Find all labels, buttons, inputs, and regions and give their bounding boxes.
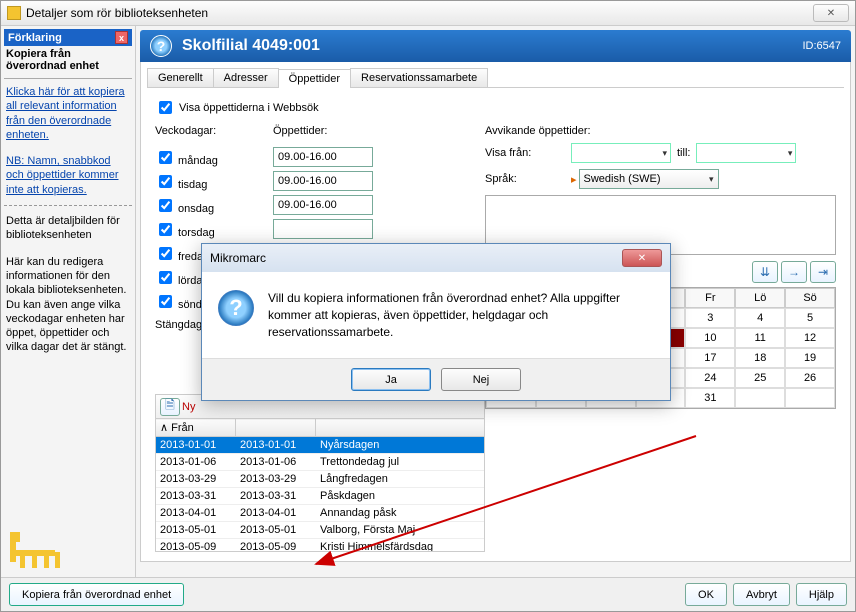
closed-days-table: ∧ Från (155, 418, 485, 437)
calendar-cell[interactable]: 26 (785, 368, 835, 388)
calendar-cell[interactable]: 12 (785, 328, 835, 348)
calendar-cell[interactable]: 10 (685, 328, 735, 348)
logo (4, 520, 132, 583)
header: ? Skolfilial 4049:001 ID:6547 (140, 30, 851, 62)
table-row[interactable]: 2013-03-312013-03-31Påskdagen (156, 488, 484, 505)
show-websok-check[interactable] (159, 101, 172, 114)
copy-from-parent-button[interactable]: Kopiera från överordnad enhet (9, 583, 184, 606)
day-time-input-3[interactable] (273, 219, 373, 239)
day-time-input-2[interactable]: 09.00-16.00 (273, 195, 373, 215)
date-from-input[interactable]: ▾ (571, 143, 671, 163)
tab-generellt[interactable]: Generellt (147, 68, 214, 87)
footer: Kopiera från överordnad enhet OK Avbryt … (1, 577, 855, 611)
sidebar-link-title: Kopiera från överordnad enhet (4, 46, 132, 79)
closed-days-table-wrap: 🗎 Ny ∧ Från (155, 394, 485, 544)
cal-down-button[interactable]: ⇊ (752, 261, 778, 283)
tab-strip: Generellt Adresser Öppettider Reservatio… (147, 68, 844, 88)
label-weekdays: Veckodagar: (155, 125, 265, 137)
calendar-cell[interactable]: 19 (785, 348, 835, 368)
calendar-cell[interactable] (785, 388, 835, 408)
calendar-cell[interactable]: 18 (735, 348, 785, 368)
calendar-cell[interactable]: 5 (785, 308, 835, 328)
header-id: ID:6547 (802, 40, 841, 52)
window-title: Detaljer som rör biblioteksenheten (26, 6, 813, 20)
sidebar-para-2: NB: Namn, snabbkod och öppettider kommer… (4, 148, 132, 203)
sidebar: Förklaring x Kopiera från överordnad enh… (1, 26, 136, 586)
calendar-cell[interactable]: 31 (685, 388, 735, 408)
label-times: Öppettider: (273, 125, 327, 137)
dialog-text: Vill du kopiera informationen från övero… (268, 290, 654, 340)
dialog-close-button[interactable]: ✕ (622, 249, 662, 267)
language-label: Språk: (485, 173, 565, 185)
dialog-yes-button[interactable]: Ja (351, 368, 431, 391)
header-title: Skolfilial 4049:001 (182, 37, 802, 55)
titlebar: Detaljer som rör biblioteksenheten ✕ (1, 1, 855, 26)
sidebar-heading: Förklaring (8, 32, 62, 44)
deviating-heading: Avvikande öppettider: (485, 125, 836, 137)
date-to-input[interactable]: ▾ (696, 143, 796, 163)
till-label: till: (677, 147, 690, 159)
new-doc-icon[interactable]: 🗎 (160, 398, 180, 416)
calendar-cell[interactable]: 24 (685, 368, 735, 388)
show-websok-checkbox[interactable]: Visa öppettiderna i Webbsök (155, 98, 836, 117)
table-row[interactable]: 2013-05-092013-05-09Kristi Himmelsfärdsd… (156, 539, 484, 553)
day-check-1[interactable]: tisdag (155, 179, 207, 191)
cal-end-button[interactable]: ⇥ (810, 261, 836, 283)
day-check-3[interactable]: torsdag (155, 227, 215, 239)
required-marker: ▸ (571, 173, 577, 186)
sidebar-para-3b: Här kan du redigera informationen för de… (4, 249, 132, 361)
table-row[interactable]: 2013-03-292013-03-29Långfredagen (156, 471, 484, 488)
confirm-dialog: Mikromarc ✕ ? Vill du kopiera informatio… (201, 243, 671, 401)
table-row[interactable]: 2013-05-012013-05-01Valborg, Första Maj (156, 522, 484, 539)
new-button-label[interactable]: Ny (182, 401, 195, 413)
sidebar-close-icon[interactable]: x (115, 31, 128, 44)
window-close-button[interactable]: ✕ (813, 4, 849, 22)
app-window: Detaljer som rör biblioteksenheten ✕ För… (0, 0, 856, 612)
dialog-title: Mikromarc (210, 251, 622, 265)
day-time-input-1[interactable]: 09.00-16.00 (273, 171, 373, 191)
sidebar-header: Förklaring x (4, 29, 132, 46)
dialog-no-button[interactable]: Nej (441, 368, 521, 391)
day-check-2[interactable]: onsdag (155, 203, 214, 215)
calendar-cell[interactable]: 17 (685, 348, 735, 368)
calendar-cell[interactable]: 25 (735, 368, 785, 388)
calendar-cell[interactable]: 4 (735, 308, 785, 328)
sidebar-para-1: Klicka här för att kopiera all relevant … (4, 79, 132, 148)
tab-adresser[interactable]: Adresser (213, 68, 279, 87)
day-time-input-0[interactable]: 09.00-16.00 (273, 147, 373, 167)
header-question-icon[interactable]: ? (150, 35, 172, 57)
language-select[interactable]: Swedish (SWE) ▾ (579, 169, 719, 189)
calendar-cell[interactable]: 11 (735, 328, 785, 348)
tab-oppettider[interactable]: Öppettider (278, 69, 351, 88)
sidebar-para-3a: Detta är detaljbilden för biblioteksenhe… (4, 208, 132, 249)
app-icon (7, 6, 21, 20)
show-from-label: Visa från: (485, 147, 565, 159)
dialog-titlebar[interactable]: Mikromarc ✕ (202, 244, 670, 272)
day-check-0[interactable]: måndag (155, 155, 218, 167)
col-from[interactable]: ∧ Från (156, 419, 236, 437)
question-icon: ? (218, 290, 254, 326)
calendar-cell[interactable] (735, 388, 785, 408)
tab-reservation[interactable]: Reservationssamarbete (350, 68, 488, 87)
cal-right-button[interactable]: → (781, 261, 807, 283)
table-row[interactable]: 2013-04-012013-04-01Annandag påsk (156, 505, 484, 522)
cancel-button[interactable]: Avbryt (733, 583, 790, 606)
help-button[interactable]: Hjälp (796, 583, 847, 606)
calendar-cell[interactable]: 3 (685, 308, 735, 328)
table-row[interactable]: 2013-01-012013-01-01Nyårsdagen (156, 437, 484, 454)
table-row[interactable]: 2013-01-062013-01-06Trettondedag jul (156, 454, 484, 471)
ok-button[interactable]: OK (685, 583, 727, 606)
